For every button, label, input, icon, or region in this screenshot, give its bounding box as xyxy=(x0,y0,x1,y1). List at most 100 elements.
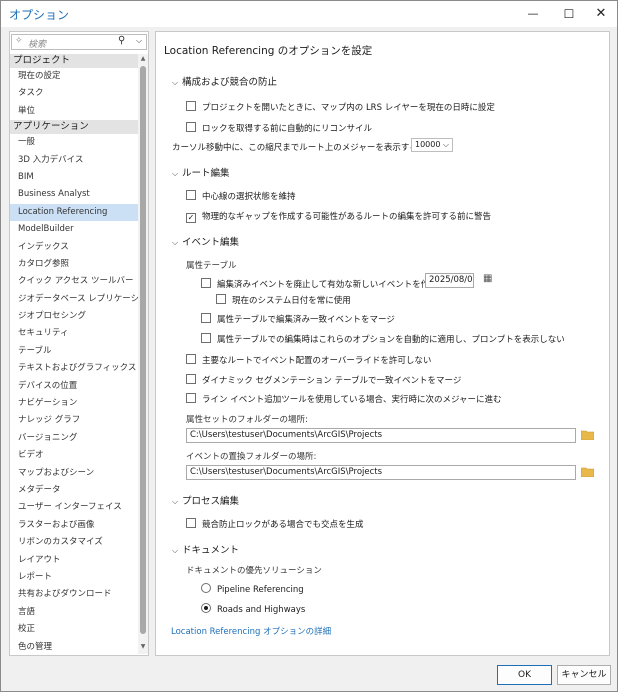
option-label: 編集済みイベントを廃止して有効な新しいイベントを作成 xyxy=(217,280,438,290)
options-dialog: オプション — ☐ ✕ ✧ 検索 ⚲ ⌵ プロジェクト 現在の設定 タスク 単位 アプリ… xyxy=(0,0,618,692)
minimize-button[interactable]: — xyxy=(519,4,547,24)
opt-retire-events[interactable]: 編集済みイベントを廃止して有効な新しいイベントを作成 xyxy=(201,278,438,290)
nav-item[interactable]: レイアウト xyxy=(10,552,138,569)
checkbox[interactable] xyxy=(186,101,196,111)
checkbox[interactable] xyxy=(186,393,196,403)
nav-item[interactable]: 一般 xyxy=(10,134,138,151)
checkbox[interactable] xyxy=(186,518,196,528)
nav-item[interactable]: 色の管理 xyxy=(10,639,138,656)
checkbox[interactable] xyxy=(201,313,211,323)
measure-scale-select[interactable]: 10000 ⌵ xyxy=(411,138,453,152)
nav-item[interactable]: ナレッジ グラフ xyxy=(10,412,138,429)
nav-item[interactable]: 校正 xyxy=(10,621,138,638)
nav-item[interactable]: ユーザー インターフェイス xyxy=(10,499,138,516)
checkbox[interactable] xyxy=(186,190,196,200)
opt-apply-auto[interactable]: 属性テーブルでの編集時はこれらのオプションを自動的に適用し、プロンプトを表示しな… xyxy=(201,333,565,345)
nav-item[interactable]: レポート xyxy=(10,569,138,586)
nav-item[interactable]: ラスターおよび画像 xyxy=(10,517,138,534)
nav-item[interactable]: ジオプロセシング xyxy=(10,308,138,325)
opt-merge-edited[interactable]: 属性テーブルで編集済み一致イベントをマージ xyxy=(201,313,395,325)
nav-item[interactable]: タスク xyxy=(10,85,138,102)
checkbox[interactable] xyxy=(186,122,196,132)
nav-scrollbar[interactable]: ▲ ▼ xyxy=(138,54,148,654)
section-event[interactable]: ⌵ イベント編集 xyxy=(172,234,239,248)
radio-pipeline[interactable]: Pipeline Referencing xyxy=(201,583,304,595)
opt-warn-gap[interactable]: ✓ 物理的なギャップを作成する可能性があるルートの編集を許可する前に警告 xyxy=(186,210,491,223)
section-process[interactable]: ⌵ プロセス編集 xyxy=(172,493,239,507)
nav-item[interactable]: マップおよびシーン xyxy=(10,465,138,482)
radio-button[interactable] xyxy=(201,603,211,613)
folder-icon[interactable] xyxy=(581,430,594,440)
attr-table-label: 属性テーブル xyxy=(186,261,237,271)
folder-icon[interactable] xyxy=(581,467,594,477)
opt-lrs-layers[interactable]: プロジェクトを開いたときに、マップ内の LRS レイヤーを現在の日時に設定 xyxy=(186,101,495,113)
nav-item[interactable]: メタデータ xyxy=(10,482,138,499)
close-button[interactable]: ✕ xyxy=(587,4,615,24)
nav-item[interactable]: バージョニング xyxy=(10,430,138,447)
cancel-button[interactable]: キャンセル xyxy=(557,665,611,685)
checkbox[interactable] xyxy=(186,374,196,384)
nav-item[interactable]: ModelBuilder xyxy=(10,221,138,238)
nav-item[interactable]: クイック アクセス ツールバー xyxy=(10,273,138,290)
chevron-down-icon[interactable]: ⌵ xyxy=(172,238,182,248)
nav-item[interactable]: カタログ参照 xyxy=(10,256,138,273)
search-box[interactable]: ✧ 検索 ⚲ ⌵ xyxy=(11,34,147,50)
calendar-icon[interactable]: ▦ xyxy=(483,273,492,284)
retire-date-field[interactable]: 2025/08/01 xyxy=(425,273,474,288)
checkbox[interactable]: ✓ xyxy=(186,213,196,223)
opt-intersections[interactable]: 競合防止ロックがある場合でも交点を生成 xyxy=(186,518,364,530)
chevron-down-icon[interactable]: ⌵ xyxy=(136,36,142,46)
maximize-button[interactable]: ☐ xyxy=(555,4,583,24)
opt-auto-reconcile[interactable]: ロックを取得する前に自動的にリコンサイル xyxy=(186,122,372,134)
section-route[interactable]: ⌵ ルート編集 xyxy=(172,165,230,179)
section-label: ルート編集 xyxy=(182,168,230,179)
nav-item[interactable]: リボンのカスタマイズ xyxy=(10,534,138,551)
learn-more-link[interactable]: Location Referencing オプションの詳細 xyxy=(171,625,331,637)
chevron-down-icon[interactable]: ⌵ xyxy=(172,169,182,179)
attrset-folder-input[interactable]: C:\Users\testuser\Documents\ArcGIS\Proje… xyxy=(186,428,576,443)
chevron-down-icon[interactable]: ⌵ xyxy=(172,546,182,556)
chevron-down-icon[interactable]: ⌵ xyxy=(172,78,182,88)
opt-line-add[interactable]: ライン イベント追加ツールを使用している場合、実行時に次のメジャーに進む xyxy=(186,393,502,405)
nav-item[interactable]: テーブル xyxy=(10,343,138,360)
opt-dynseg-merge[interactable]: ダイナミック セグメンテーション テーブルで一致イベントをマージ xyxy=(186,374,461,386)
nav-item[interactable]: 共有およびダウンロード xyxy=(10,586,138,603)
opt-keep-centerline[interactable]: 中心線の選択状態を維持 xyxy=(186,190,296,202)
scroll-down-icon[interactable]: ▼ xyxy=(138,642,148,652)
checkbox[interactable] xyxy=(186,354,196,364)
checkbox[interactable] xyxy=(201,333,211,343)
nav-item[interactable]: BIM xyxy=(10,169,138,186)
scroll-thumb[interactable] xyxy=(140,66,146,634)
event-replace-input[interactable]: C:\Users\testuser\Documents\ArcGIS\Proje… xyxy=(186,465,576,480)
nav-item[interactable]: 3D 入力デバイス xyxy=(10,152,138,169)
nav-item[interactable]: インデックス xyxy=(10,239,138,256)
radio-roads[interactable]: Roads and Highways xyxy=(201,603,305,615)
nav-item[interactable]: ビデオ xyxy=(10,447,138,464)
nav-item[interactable]: ナビゲーション xyxy=(10,395,138,412)
search-icon[interactable]: ⚲ xyxy=(118,35,125,46)
section-label: イベント編集 xyxy=(182,237,240,248)
nav-item[interactable]: Location Referencing xyxy=(10,203,138,222)
nav-item[interactable]: Business Analyst xyxy=(10,186,138,203)
nav-item[interactable]: 単位 xyxy=(10,103,138,120)
opt-use-system-date[interactable]: 現在のシステム日付を常に使用 xyxy=(216,294,351,306)
section-document[interactable]: ⌵ ドキュメント xyxy=(172,542,239,556)
nav-item[interactable]: ジオデータベース レプリケーション xyxy=(10,291,138,308)
select-value: 10000 xyxy=(415,140,441,149)
checkbox[interactable] xyxy=(201,278,211,288)
nav-item[interactable]: セキュリティ xyxy=(10,325,138,342)
radio-button[interactable] xyxy=(201,583,211,593)
ok-button[interactable]: OK xyxy=(497,665,552,685)
nav-item[interactable]: 言語 xyxy=(10,604,138,621)
checkbox[interactable] xyxy=(216,294,226,304)
chevron-down-icon[interactable]: ⌵ xyxy=(172,497,182,507)
opt-no-override[interactable]: 主要なルートでイベント配置のオーバーライドを許可しない xyxy=(186,354,431,366)
scroll-up-icon[interactable]: ▲ xyxy=(138,54,148,64)
options-content-panel: Location Referencing のオプションを設定 ⌵ 構成および競合の… xyxy=(155,31,610,656)
option-label: 属性テーブルで編集済み一致イベントをマージ xyxy=(217,315,395,325)
nav-item[interactable]: デバイスの位置 xyxy=(10,378,138,395)
nav-item[interactable]: 現在の設定 xyxy=(10,68,138,85)
nav-item[interactable]: テキストおよびグラフィックス xyxy=(10,360,138,377)
section-conflict[interactable]: ⌵ 構成および競合の防止 xyxy=(172,74,277,88)
option-label: 中心線の選択状態を維持 xyxy=(202,192,296,202)
